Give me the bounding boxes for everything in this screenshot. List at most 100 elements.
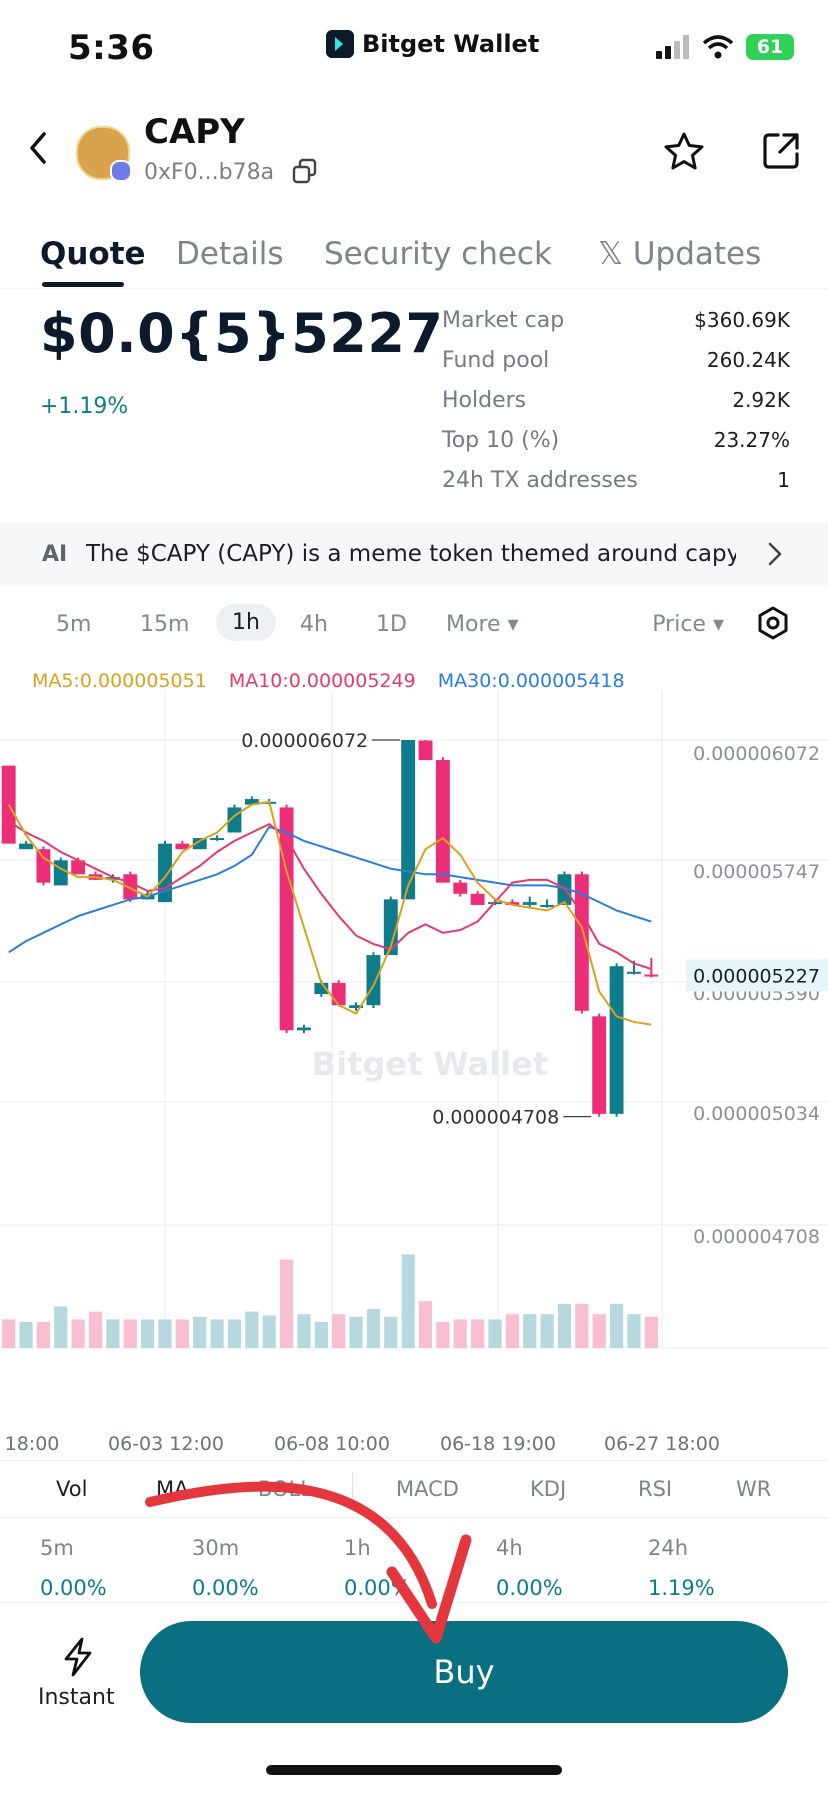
interval-1h[interactable]: 1h	[216, 604, 276, 641]
candle-body	[470, 893, 485, 905]
candle-body	[19, 843, 33, 850]
ma30-line	[8, 825, 652, 954]
indicator-wr[interactable]: WR	[736, 1477, 771, 1501]
stat-value: 23.27%	[713, 428, 790, 452]
candle-body	[331, 982, 346, 1006]
candle-body	[210, 838, 225, 841]
volume-bar	[488, 1319, 502, 1348]
ma10-line	[8, 820, 652, 970]
interval-1d[interactable]: 1D	[376, 612, 407, 637]
token-address: 0xF0...b78a	[144, 160, 275, 185]
tab-bar: Quote Details Security check 𝕏 Updates	[0, 232, 828, 289]
interval-4h[interactable]: 4h	[300, 612, 328, 637]
x-tick-label: 06-08 10:00	[274, 1433, 390, 1455]
indicator-macd[interactable]: MACD	[396, 1477, 459, 1501]
candle-body	[540, 904, 555, 907]
candle-body	[435, 760, 450, 883]
instant-label[interactable]: Instant	[38, 1685, 115, 1710]
token-name: CAPY	[144, 112, 245, 152]
chart-settings-icon[interactable]	[756, 606, 790, 640]
battery-icon: 61	[746, 34, 794, 60]
price-change: +1.19%	[40, 394, 129, 419]
interval-bar: 5m 15m 1h 4h 1D More ▾ Price ▾	[0, 602, 828, 650]
ma30-label: MA30:0.000005418	[437, 670, 625, 692]
volume-bar	[314, 1322, 328, 1348]
stat-value: 1	[777, 468, 790, 492]
volume-bar	[471, 1319, 485, 1348]
volume-bar	[609, 1303, 624, 1348]
volume-bar	[366, 1309, 381, 1348]
candle-body	[297, 1027, 311, 1031]
candle-body	[644, 974, 659, 977]
volume-bar	[158, 1319, 172, 1348]
stat-value: $360.69K	[694, 308, 790, 332]
volume-bar	[557, 1303, 572, 1348]
buy-button[interactable]: Buy	[140, 1621, 788, 1723]
more-intervals-dropdown[interactable]: More ▾	[446, 612, 519, 637]
volume-bar	[227, 1319, 242, 1348]
volume-bar	[106, 1319, 120, 1348]
ma5-line	[7, 800, 652, 1026]
volume-bar	[262, 1315, 276, 1348]
indicator-vol[interactable]: Vol	[56, 1477, 87, 1501]
candle-body	[627, 971, 641, 974]
volume-bar	[401, 1254, 415, 1348]
ethereum-chain-icon	[110, 160, 132, 182]
volume-bar	[123, 1319, 137, 1348]
candle-body	[418, 740, 433, 761]
indicator-boll[interactable]: BOLL	[258, 1477, 312, 1501]
volume-bar	[279, 1259, 294, 1348]
change-value: 1.19%	[648, 1576, 715, 1600]
stat-value: 2.92K	[732, 388, 790, 412]
change-value: 0.00%	[344, 1576, 411, 1600]
indicator-kdj[interactable]: KDJ	[530, 1477, 566, 1501]
copy-icon[interactable]	[292, 158, 318, 184]
volume-bar	[349, 1316, 363, 1348]
star-icon[interactable]	[662, 130, 706, 174]
stat-value: 260.24K	[706, 348, 790, 372]
stat-label: Fund pool	[442, 348, 550, 373]
ma10-label: MA10:0.000005249	[228, 670, 416, 692]
volume-bar	[540, 1314, 554, 1348]
interval-15m[interactable]: 15m	[140, 612, 189, 637]
ai-summary-banner[interactable]: AI The $CAPY (CAPY) is a meme token them…	[0, 522, 828, 586]
volume-bar	[644, 1316, 658, 1348]
tab-x-updates[interactable]: 𝕏 Updates	[598, 236, 761, 272]
change-label: 4h	[496, 1536, 523, 1560]
lightning-icon[interactable]	[60, 1637, 96, 1677]
chart-watermark: Bitget Wallet	[312, 1045, 548, 1083]
indicator-divider	[352, 1473, 353, 1503]
active-tab-indicator	[42, 282, 124, 287]
volume-bar	[297, 1314, 311, 1348]
y-tick-label: 0.000004708	[693, 1226, 820, 1248]
indicator-ma[interactable]: MA	[156, 1477, 188, 1501]
ai-summary-text: The $CAPY (CAPY) is a meme token themed …	[86, 541, 736, 567]
back-icon[interactable]	[20, 128, 60, 168]
candlestick-chart[interactable]: Bitget Wallet 0.000006072 0.000005747 0.00…	[0, 690, 828, 1460]
volume-bar	[575, 1303, 589, 1348]
status-time: 5:36	[68, 28, 155, 68]
change-label: 1h	[344, 1536, 371, 1560]
stat-row: 24h TX addresses 1	[442, 468, 790, 508]
stat-label: Market cap	[442, 308, 565, 333]
tab-quote[interactable]: Quote	[40, 236, 146, 272]
price-selector[interactable]: Price ▾	[652, 612, 724, 637]
chevron-right-icon	[768, 542, 782, 566]
share-icon[interactable]	[760, 130, 802, 172]
indicator-rsi[interactable]: RSI	[638, 1477, 672, 1501]
volume-bar	[592, 1314, 606, 1348]
interval-5m[interactable]: 5m	[56, 612, 91, 637]
candle-body	[609, 966, 624, 1114]
volume-bar	[210, 1319, 224, 1348]
ma5-label: MA5:0.000005051	[32, 670, 207, 692]
volume-bar	[505, 1314, 519, 1348]
brand-name: Bitget Wallet	[362, 30, 540, 58]
tab-details[interactable]: Details	[176, 236, 283, 272]
status-bar: 5:36 Bitget Wallet 61	[0, 0, 828, 100]
tab-security-check[interactable]: Security check	[324, 236, 552, 272]
volume-bar	[418, 1301, 433, 1348]
change-value: 0.00%	[192, 1576, 259, 1600]
volume-bar	[36, 1322, 51, 1348]
volume-bar	[2, 1319, 16, 1348]
volume-bar	[141, 1319, 155, 1348]
